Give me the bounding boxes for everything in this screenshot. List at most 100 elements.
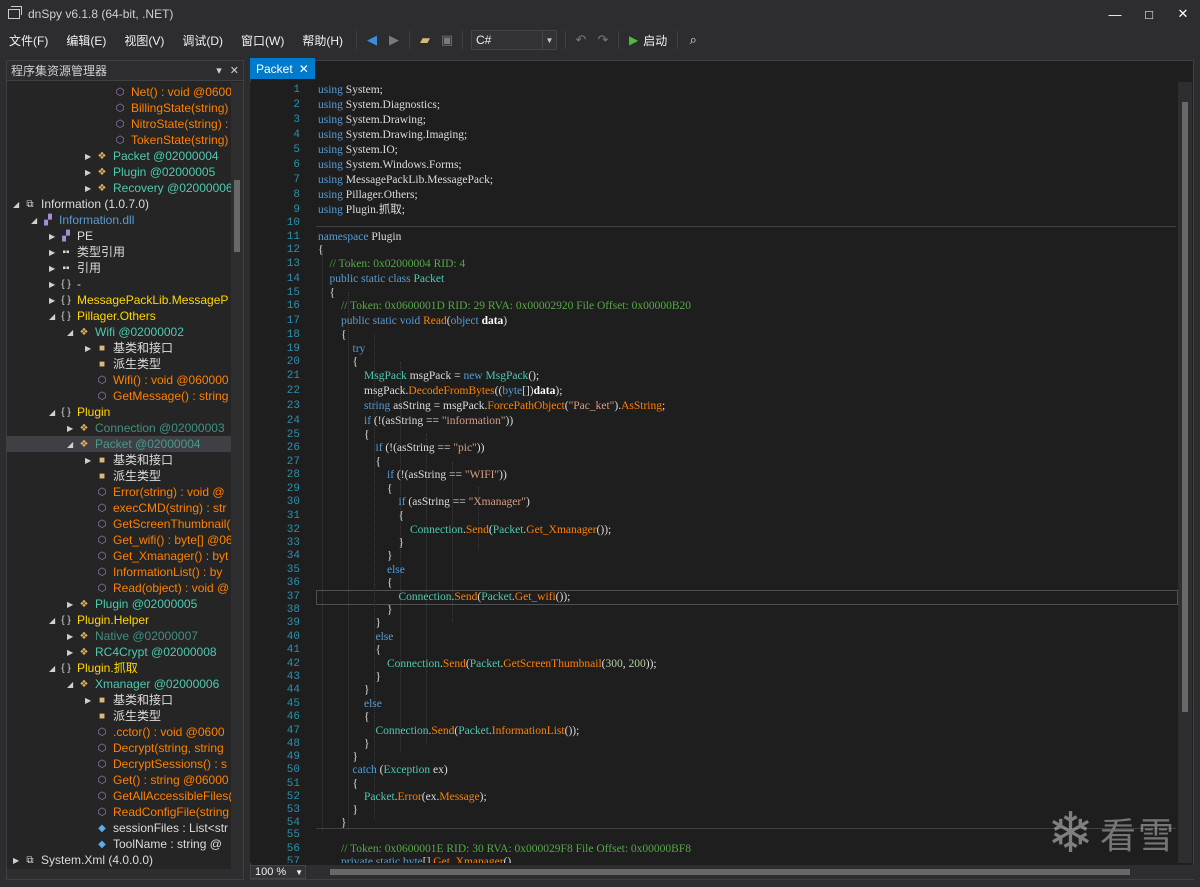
expander-icon[interactable]: ◢ bbox=[67, 437, 77, 453]
expander-icon[interactable]: ▶ bbox=[85, 693, 95, 709]
expander-icon[interactable]: ▶ bbox=[67, 645, 77, 661]
search-icon[interactable]: ⌕ bbox=[682, 29, 704, 51]
scrollbar-thumb[interactable] bbox=[330, 869, 1130, 875]
expander-icon[interactable]: ▶ bbox=[49, 245, 59, 261]
tree-item[interactable]: ⬡ Wifi() : void @060000 bbox=[7, 372, 231, 388]
tree-item[interactable]: ⬡ ReadConfigFile(string bbox=[7, 804, 231, 820]
tree-item[interactable]: ◢{ } Plugin bbox=[7, 404, 231, 420]
tree-item[interactable]: ▶ ▪▪ 类型引用 bbox=[7, 244, 231, 260]
tab-packet[interactable]: Packet ✕ bbox=[250, 58, 315, 79]
tree-item[interactable]: ◆ ToolName : string @ bbox=[7, 836, 231, 852]
expander-icon[interactable]: ◢ bbox=[67, 325, 77, 341]
chevron-down-icon[interactable]: ▼ bbox=[295, 868, 303, 877]
code-scrollbar[interactable] bbox=[1178, 82, 1192, 863]
expander-icon[interactable]: ◢ bbox=[67, 677, 77, 693]
expander-icon[interactable]: ▶ bbox=[85, 453, 95, 469]
chevron-down-icon[interactable]: ▾ bbox=[216, 64, 222, 77]
tree-item[interactable]: ▶{ } MessagePackLib.MessageP bbox=[7, 292, 231, 308]
explorer-hscrollbar[interactable] bbox=[7, 869, 231, 879]
close-icon[interactable]: ✕ bbox=[230, 64, 239, 77]
expander-icon[interactable]: ▶ bbox=[67, 597, 77, 613]
tree-item[interactable]: ▶ ■ 基类和接口 bbox=[7, 340, 231, 356]
tree-item[interactable]: ▶ ⧉ System.Xml (4.0.0.0) bbox=[7, 852, 231, 868]
tree-item[interactable]: ▶{ } - bbox=[7, 276, 231, 292]
tree-item[interactable]: ⬡ TokenState(string) : s bbox=[7, 132, 231, 148]
expander-icon[interactable]: ▶ bbox=[67, 421, 77, 437]
tree-item[interactable]: ⬡ .cctor() : void @0600 bbox=[7, 724, 231, 740]
expander-icon[interactable]: ▶ bbox=[49, 293, 59, 309]
expander-icon[interactable]: ◢ bbox=[49, 661, 59, 677]
tree-item[interactable]: ⬡ Get_wifi() : byte[] @06 bbox=[7, 532, 231, 548]
expander-icon[interactable]: ▶ bbox=[49, 229, 59, 245]
tree-item[interactable]: ◢ ❖ Wifi @02000002 bbox=[7, 324, 231, 340]
tree-item[interactable]: ⬡ BillingState(string) : s bbox=[7, 100, 231, 116]
scrollbar-thumb[interactable] bbox=[1182, 102, 1188, 712]
open-icon[interactable]: ▰ bbox=[414, 29, 436, 51]
back-icon[interactable]: ◀ bbox=[361, 29, 383, 51]
tree-item[interactable]: ◢ ▞ Information.dll bbox=[7, 212, 231, 228]
chevron-down-icon[interactable]: ▼ bbox=[542, 31, 556, 49]
forward-icon[interactable]: ▶ bbox=[383, 29, 405, 51]
expander-icon[interactable]: ▶ bbox=[49, 261, 59, 277]
menu-window[interactable]: 窗口(W) bbox=[232, 32, 293, 49]
tree-item[interactable]: ▶ ■ 基类和接口 bbox=[7, 452, 231, 468]
tree-item[interactable]: ◢{ } Plugin.抓取 bbox=[7, 660, 231, 676]
tree-item[interactable]: ⬡ GetAllAccessibleFiles( bbox=[7, 788, 231, 804]
expander-icon[interactable]: ◢ bbox=[49, 613, 59, 629]
tree-item[interactable]: ⬡ Get_Xmanager() : byt bbox=[7, 548, 231, 564]
expander-icon[interactable]: ◢ bbox=[31, 213, 41, 229]
tree-item[interactable]: ⬡ Error(string) : void @ bbox=[7, 484, 231, 500]
start-button[interactable]: ▶ 启动 bbox=[623, 32, 673, 49]
tree-item[interactable]: ◢ ⧉ Information (1.0.7.0) bbox=[7, 196, 231, 212]
menu-file[interactable]: 文件(F) bbox=[0, 32, 57, 49]
tree-item[interactable]: ▶ ❖ Plugin @02000005 bbox=[7, 164, 231, 180]
tree-item[interactable]: ⬡ Decrypt(string, string bbox=[7, 740, 231, 756]
tree-item[interactable]: ⬡ DecryptSessions() : s bbox=[7, 756, 231, 772]
tree-item[interactable]: ▶ ❖ Native @02000007 bbox=[7, 628, 231, 644]
code-hscrollbar[interactable] bbox=[310, 866, 1194, 878]
tree-item[interactable]: ◆ sessionFiles : List<str bbox=[7, 820, 231, 836]
assembly-tree[interactable]: ⬡ Net() : void @060000 ⬡ BillingState(strin… bbox=[7, 82, 231, 879]
tree-item[interactable]: ⬡ execCMD(string) : str bbox=[7, 500, 231, 516]
tree-item[interactable]: ⬡ Read(object) : void @ bbox=[7, 580, 231, 596]
zoom-select[interactable]: 100 % ▼ bbox=[250, 865, 306, 879]
minimize-button[interactable]: — bbox=[1098, 0, 1132, 28]
expander-icon[interactable]: ▶ bbox=[13, 853, 23, 869]
tree-item[interactable]: ▶ ❖ RC4Crypt @02000008 bbox=[7, 644, 231, 660]
tree-item[interactable]: ◢ ❖ Xmanager @02000006 bbox=[7, 676, 231, 692]
menu-debug[interactable]: 调试(D) bbox=[173, 32, 232, 49]
menu-edit[interactable]: 编辑(E) bbox=[57, 32, 115, 49]
tree-item[interactable]: ⬡ Get() : string @06000 bbox=[7, 772, 231, 788]
close-button[interactable]: ✕ bbox=[1166, 0, 1200, 28]
tree-item[interactable]: ⬡ Net() : void @060000 bbox=[7, 84, 231, 100]
expander-icon[interactable]: ▶ bbox=[85, 149, 95, 165]
expander-icon[interactable]: ◢ bbox=[49, 405, 59, 421]
explorer-scrollbar[interactable] bbox=[231, 82, 243, 879]
menu-help[interactable]: 帮助(H) bbox=[293, 32, 352, 49]
expander-icon[interactable]: ◢ bbox=[49, 309, 59, 325]
tree-item[interactable]: ⬡ NitroState(string) : st bbox=[7, 116, 231, 132]
tree-item[interactable]: ▶ ▪▪ 引用 bbox=[7, 260, 231, 276]
tree-item[interactable]: ■ 派生类型 bbox=[7, 708, 231, 724]
tree-item[interactable]: ▶ ❖ Connection @02000003 bbox=[7, 420, 231, 436]
tree-item[interactable]: ■ 派生类型 bbox=[7, 356, 231, 372]
tree-item[interactable]: ⬡ GetMessage() : string bbox=[7, 388, 231, 404]
tree-item[interactable]: ▶ ▞ PE bbox=[7, 228, 231, 244]
expander-icon[interactable]: ▶ bbox=[67, 629, 77, 645]
tree-item[interactable]: ▶ ❖ Plugin @02000005 bbox=[7, 596, 231, 612]
tree-item[interactable]: ◢{ } Plugin.Helper bbox=[7, 612, 231, 628]
undo-icon[interactable]: ↶ bbox=[570, 29, 592, 51]
tree-item[interactable]: ◢ ❖ Packet @02000004 bbox=[7, 436, 231, 452]
scrollbar-thumb[interactable] bbox=[234, 180, 240, 252]
menu-view[interactable]: 视图(V) bbox=[115, 32, 173, 49]
expander-icon[interactable]: ▶ bbox=[85, 165, 95, 181]
expander-icon[interactable]: ▶ bbox=[85, 341, 95, 357]
expander-icon[interactable]: ▶ bbox=[85, 181, 95, 197]
save-icon[interactable]: ▣ bbox=[436, 29, 458, 51]
maximize-button[interactable]: □ bbox=[1132, 0, 1166, 28]
close-icon[interactable]: ✕ bbox=[299, 62, 309, 76]
tree-item[interactable]: ▶ ❖ Recovery @02000006 bbox=[7, 180, 231, 196]
tree-item[interactable]: ⬡ InformationList() : by bbox=[7, 564, 231, 580]
tree-item[interactable]: ■ 派生类型 bbox=[7, 468, 231, 484]
code-view[interactable]: 1 using System; 2 using System.Diagnostics;… bbox=[250, 82, 1178, 863]
